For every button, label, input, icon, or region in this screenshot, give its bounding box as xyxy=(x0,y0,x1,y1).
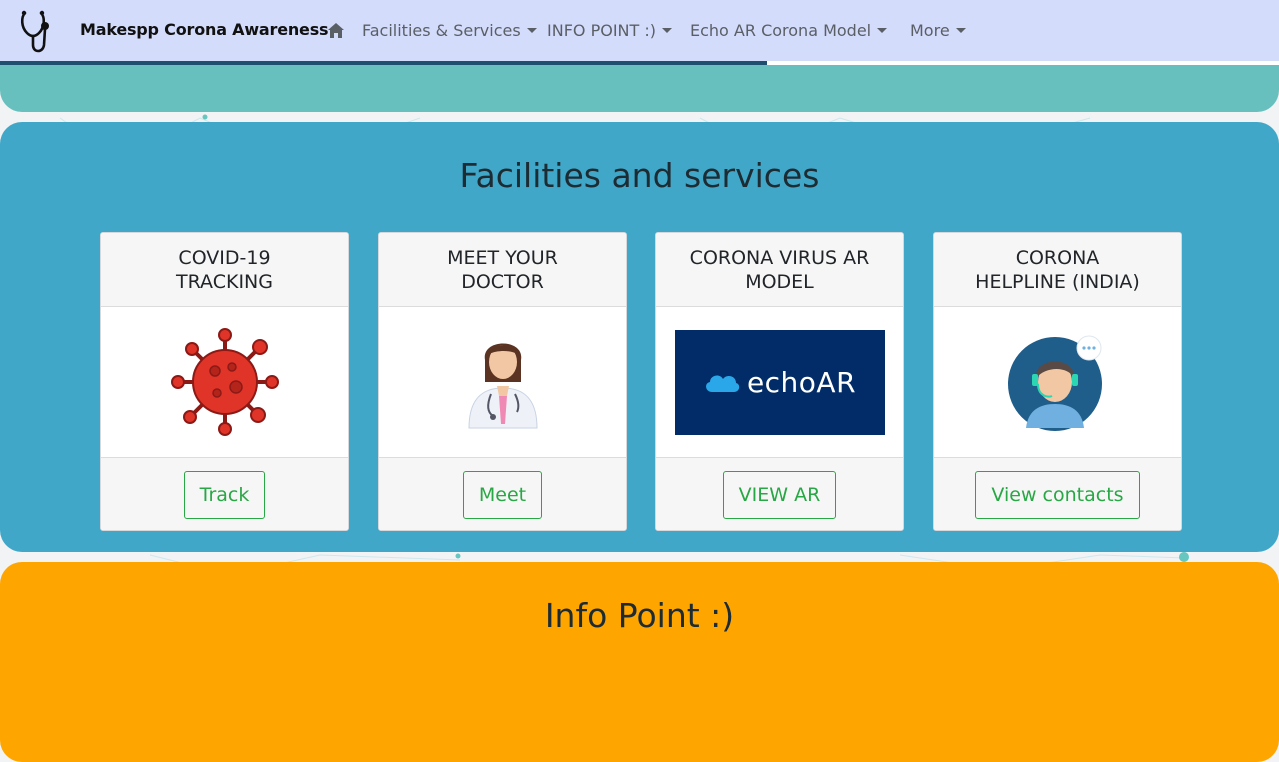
meet-button[interactable]: Meet xyxy=(462,470,543,519)
nav-info-point-label: INFO POINT :) xyxy=(547,21,656,40)
echoar-logo-text: echoAR xyxy=(746,365,857,399)
card-footer: VIEW AR xyxy=(656,457,903,530)
card-body xyxy=(101,307,348,457)
home-icon[interactable] xyxy=(327,22,345,39)
nav-facilities-label: Facilities & Services xyxy=(362,21,521,40)
card-title: COVID-19 TRACKING xyxy=(176,246,273,293)
card-title: MEET YOUR DOCTOR xyxy=(447,246,558,293)
view-contacts-button[interactable]: View contacts xyxy=(975,470,1140,519)
scroll-progress-fill xyxy=(0,61,768,65)
card-title: CORONA HELPLINE (INDIA) xyxy=(975,246,1140,293)
card-corona-helpline: CORONA HELPLINE (INDIA) View contacts xyxy=(933,232,1182,531)
card-header: MEET YOUR DOCTOR xyxy=(379,233,626,307)
virus-icon xyxy=(170,328,279,436)
navbar: Makespp Corona Awareness Facilities & Se… xyxy=(0,0,1279,62)
nav-facilities-services-dropdown[interactable]: Facilities & Services xyxy=(362,21,537,40)
chevron-down-icon xyxy=(662,28,672,33)
nav-more-label: More xyxy=(910,21,950,40)
helpline-agent-icon xyxy=(1007,335,1102,431)
facilities-section: Facilities and services COVID-19 TRACKIN… xyxy=(0,122,1279,552)
nav-more-dropdown[interactable]: More xyxy=(910,21,966,40)
nav-echo-ar-label: Echo AR Corona Model xyxy=(690,21,872,40)
card-footer: Meet xyxy=(379,457,626,530)
card-footer: View contacts xyxy=(934,457,1181,530)
card-body xyxy=(379,307,626,457)
scroll-progress-bar xyxy=(0,61,1279,65)
stethoscope-logo-icon[interactable] xyxy=(17,9,55,55)
card-body: echoAR xyxy=(656,307,903,457)
echoar-logo: echoAR xyxy=(674,329,885,435)
chevron-down-icon xyxy=(526,28,537,33)
track-button[interactable]: Track xyxy=(183,470,266,519)
card-header: COVID-19 TRACKING xyxy=(101,233,348,307)
facilities-title: Facilities and services xyxy=(459,156,820,195)
doctor-icon xyxy=(467,343,538,429)
info-point-section: Info Point :) xyxy=(0,562,1279,762)
card-footer: Track xyxy=(101,457,348,530)
nav-info-point-dropdown[interactable]: INFO POINT :) xyxy=(547,21,672,40)
chevron-down-icon xyxy=(877,28,888,33)
nav-echo-ar-dropdown[interactable]: Echo AR Corona Model xyxy=(690,21,888,40)
view-ar-button[interactable]: VIEW AR xyxy=(722,470,837,519)
card-header: CORONA HELPLINE (INDIA) xyxy=(934,233,1181,307)
info-point-title: Info Point :) xyxy=(544,596,735,635)
cloud-icon xyxy=(705,375,740,392)
chevron-down-icon xyxy=(955,28,966,33)
card-header: CORONA VIRUS AR MODEL xyxy=(656,233,903,307)
card-title: CORONA VIRUS AR MODEL xyxy=(689,246,870,293)
card-meet-doctor: MEET YOUR DOCTOR Meet xyxy=(378,232,627,531)
card-body xyxy=(934,307,1181,457)
card-corona-ar-model: CORONA VIRUS AR MODEL echoAR VIEW AR xyxy=(655,232,904,531)
card-covid-tracking: COVID-19 TRACKING Track xyxy=(100,232,349,531)
brand-name[interactable]: Makespp Corona Awareness xyxy=(80,20,329,39)
